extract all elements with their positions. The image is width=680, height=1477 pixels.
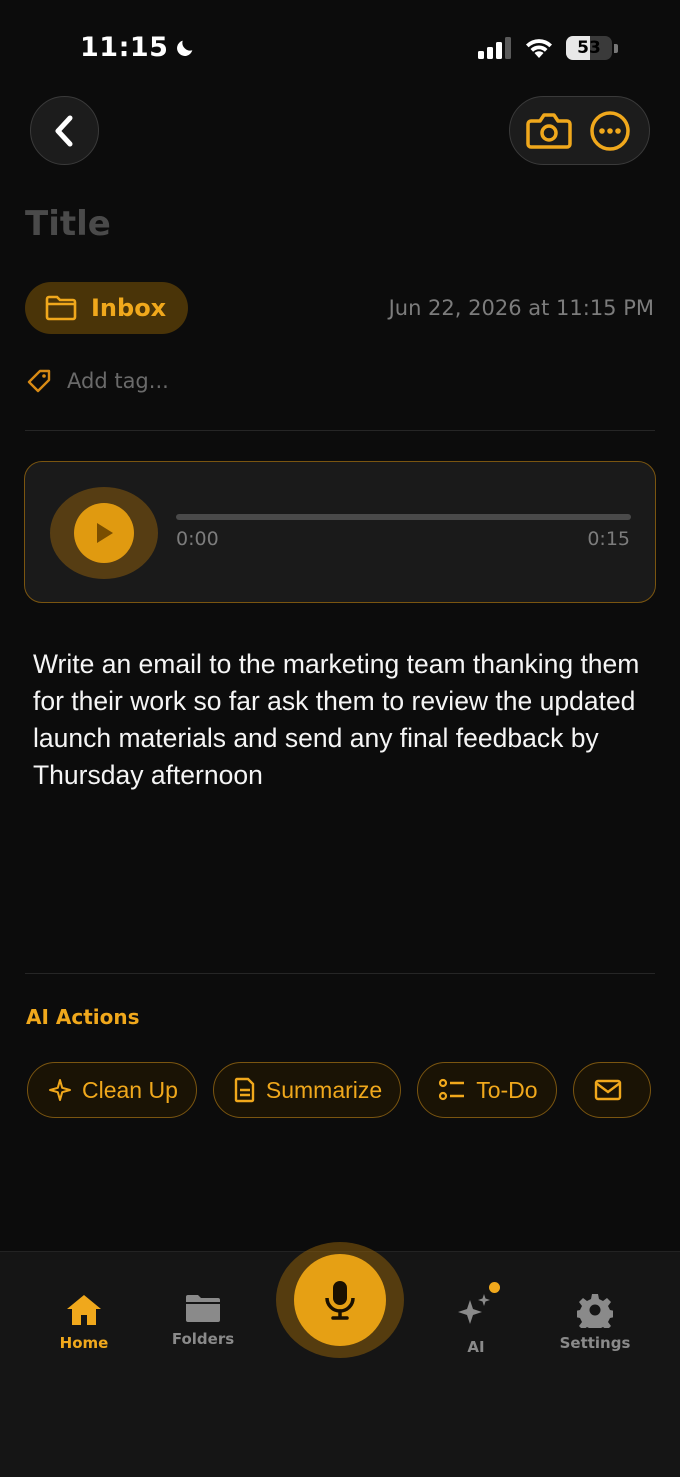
chevron-left-icon xyxy=(55,115,72,146)
ai-action-email[interactable] xyxy=(572,1062,651,1118)
notification-badge xyxy=(489,1282,500,1293)
note-actions-pill xyxy=(509,96,650,165)
battery-percent: 53 xyxy=(577,38,601,58)
folder-chip-label: Inbox xyxy=(91,294,167,322)
note-date: Jun 22, 2026 at 11:15 PM xyxy=(388,296,654,320)
folder-icon xyxy=(45,295,77,321)
email-icon xyxy=(594,1079,621,1101)
tab-label: Folders xyxy=(171,1330,235,1348)
folder-chip[interactable]: Inbox xyxy=(25,282,189,334)
status-time: 11:15 xyxy=(80,32,196,63)
more-icon xyxy=(590,110,630,151)
tag-icon xyxy=(27,369,51,393)
note-transcript[interactable]: Write an email to the marketing team tha… xyxy=(33,646,653,794)
divider xyxy=(25,430,655,431)
audio-player: 0:00 0:15 xyxy=(24,461,656,603)
battery-indicator: 53 xyxy=(566,36,612,60)
gear-icon xyxy=(577,1294,613,1328)
more-button[interactable] xyxy=(584,105,636,157)
ai-sparkles-icon xyxy=(458,1294,490,1324)
microphone-icon xyxy=(325,1281,355,1320)
audio-current-time: 0:00 xyxy=(176,528,219,550)
camera-icon xyxy=(526,112,572,149)
tab-label: Settings xyxy=(559,1334,631,1352)
add-tag-field[interactable]: Add tag... xyxy=(25,367,169,395)
divider xyxy=(25,973,655,974)
cellular-signal-icon xyxy=(478,37,511,59)
audio-total-time: 0:15 xyxy=(587,528,630,550)
sparkle-icon xyxy=(49,1079,71,1101)
tab-label: Home xyxy=(59,1334,109,1352)
play-button[interactable] xyxy=(50,487,158,579)
moon-icon xyxy=(177,40,193,56)
tab-label: AI xyxy=(467,1338,485,1356)
status-indicators: 53 xyxy=(478,36,618,60)
tab-settings[interactable]: Settings xyxy=(535,1292,655,1352)
play-icon xyxy=(97,523,113,543)
ai-actions-heading: AI Actions xyxy=(26,1005,140,1029)
tab-ai[interactable]: AI xyxy=(416,1282,536,1356)
folder-icon xyxy=(186,1295,220,1322)
wifi-icon xyxy=(526,39,552,58)
ai-action-summarize[interactable]: Summarize xyxy=(212,1062,402,1118)
status-time-label: 11:15 xyxy=(80,32,169,63)
tab-bar: Home Folders AI Settings xyxy=(0,1242,680,1477)
tab-home[interactable]: Home xyxy=(24,1292,144,1352)
note-title-input[interactable]: Title xyxy=(25,204,111,244)
checklist-icon xyxy=(439,1078,465,1101)
home-icon xyxy=(67,1295,101,1325)
record-button[interactable] xyxy=(276,1242,404,1358)
add-tag-placeholder: Add tag... xyxy=(67,369,169,393)
ai-action-label: Summarize xyxy=(265,1076,383,1103)
ai-action-clean-up[interactable]: Clean Up xyxy=(27,1062,197,1118)
audio-scrubber[interactable] xyxy=(176,514,631,520)
camera-button[interactable] xyxy=(523,105,575,157)
ai-action-to-do[interactable]: To-Do xyxy=(417,1062,557,1118)
document-icon xyxy=(234,1077,255,1103)
ai-actions-list: Clean Up Summarize To-Do xyxy=(27,1062,655,1120)
status-bar: 11:15 53 xyxy=(0,0,680,100)
back-button[interactable] xyxy=(30,96,99,165)
ai-action-label: To-Do xyxy=(476,1076,538,1103)
tab-folders[interactable]: Folders xyxy=(143,1292,263,1348)
ai-action-label: Clean Up xyxy=(82,1076,178,1103)
